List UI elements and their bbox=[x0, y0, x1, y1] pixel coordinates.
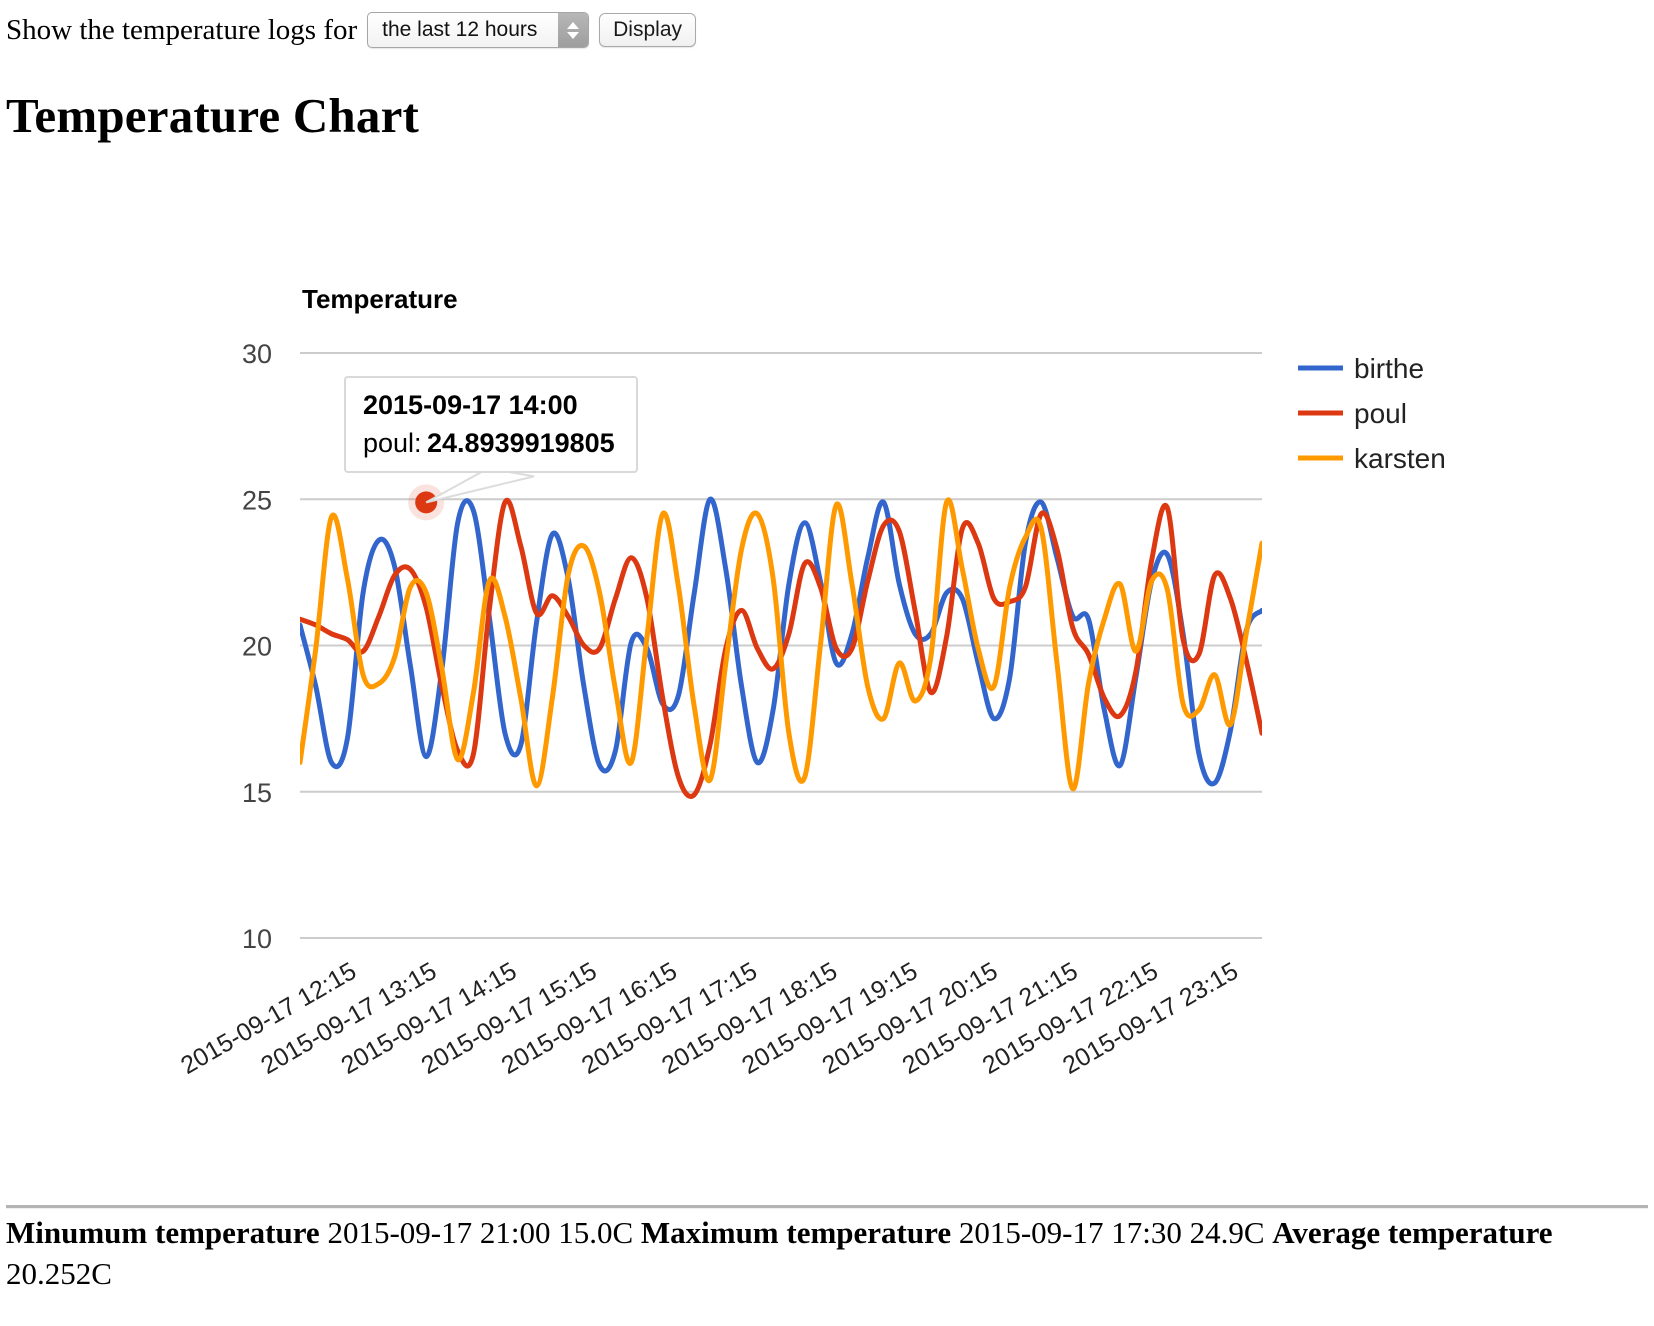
y-axis-tick-label: 20 bbox=[242, 632, 272, 662]
footer-divider bbox=[6, 1205, 1648, 1209]
prompt-label: Show the temperature logs for bbox=[6, 14, 358, 46]
display-button[interactable]: Display bbox=[599, 13, 696, 47]
max-temperature-label: Maximum temperature bbox=[640, 1215, 952, 1250]
tooltip-series-label: poul: bbox=[363, 428, 422, 458]
legend-label-birthe[interactable]: birthe bbox=[1354, 353, 1424, 384]
summary-footer: Minumum temperature 2015-09-17 21:00 15.… bbox=[6, 1212, 1646, 1294]
chart-legend[interactable]: birthe poul karsten bbox=[1298, 353, 1446, 474]
y-axis-tick-label: 30 bbox=[242, 339, 272, 369]
y-axis-tick-label: 25 bbox=[242, 485, 272, 515]
stepper-chevrons-icon[interactable] bbox=[558, 13, 589, 47]
legend-label-poul[interactable]: poul bbox=[1354, 398, 1407, 429]
datapoint-tooltip: 2015-09-17 14:00 poul: 24.8939919805 bbox=[344, 376, 638, 504]
control-bar: Show the temperature logs for the last 1… bbox=[0, 0, 1654, 50]
chart-canvas[interactable]: Temperature 30 25 20 15 10 2015-09-17 12:152… bbox=[0, 232, 1654, 1122]
y-axis-tick-label: 15 bbox=[242, 778, 272, 808]
series-lines[interactable] bbox=[300, 496, 1262, 799]
x-axis-tick-labels: 2015-09-17 12:152015-09-17 13:152015-09-… bbox=[176, 957, 1243, 1080]
tooltip-pointer bbox=[425, 467, 535, 504]
chart-title: Temperature bbox=[302, 284, 458, 314]
chevron-up-icon bbox=[567, 21, 580, 29]
min-temperature-value: 2015-09-17 21:00 15.0C bbox=[327, 1215, 634, 1250]
page-title: Temperature Chart bbox=[6, 88, 420, 143]
max-temperature-value: 2015-09-17 17:30 24.9C bbox=[958, 1215, 1265, 1250]
avg-temperature-label: Average temperature bbox=[1272, 1215, 1553, 1250]
tooltip-value: 24.8939919805 bbox=[427, 428, 615, 458]
tooltip-timestamp: 2015-09-17 14:00 bbox=[363, 390, 578, 420]
y-axis-tick-label: 10 bbox=[242, 924, 272, 954]
avg-temperature-value: 20.252C bbox=[6, 1256, 112, 1291]
min-temperature-label: Minumum temperature bbox=[6, 1215, 320, 1250]
time-range-select[interactable]: the last 12 hours bbox=[367, 12, 590, 48]
legend-label-karsten[interactable]: karsten bbox=[1354, 443, 1446, 474]
chevron-down-icon bbox=[567, 31, 580, 39]
y-axis-tick-labels: 30 25 20 15 10 bbox=[242, 339, 272, 954]
temperature-chart[interactable]: Temperature 30 25 20 15 10 2015-09-17 12:15 2… bbox=[0, 232, 1654, 1122]
time-range-select-value: the last 12 hours bbox=[382, 18, 538, 41]
